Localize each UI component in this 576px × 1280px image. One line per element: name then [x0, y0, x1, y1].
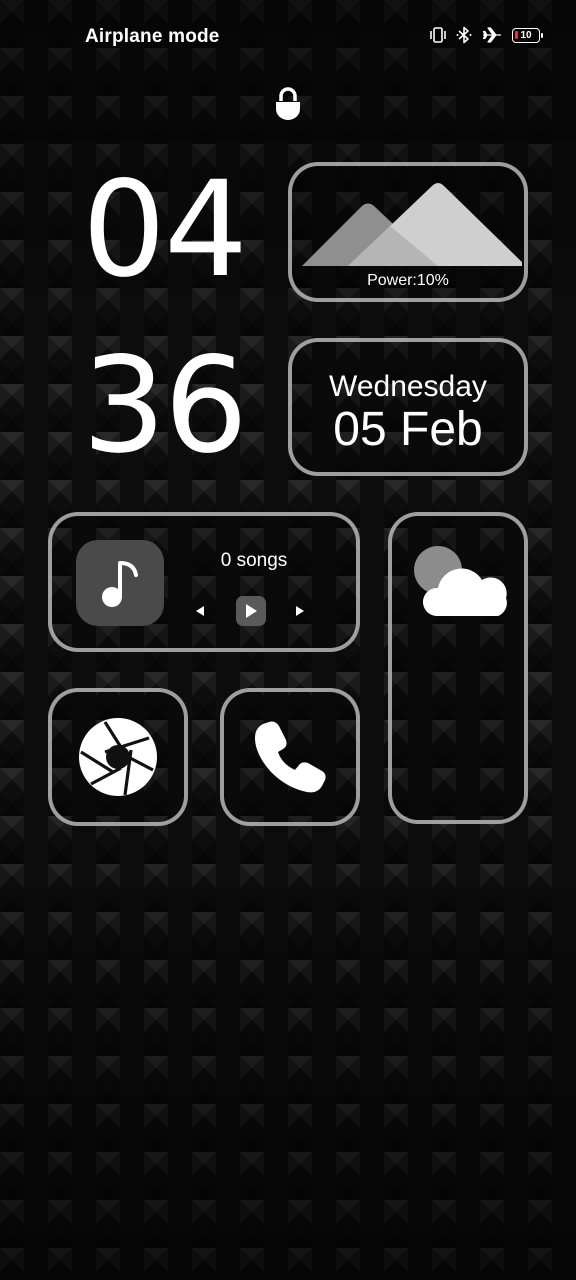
play-button[interactable]: [236, 596, 266, 626]
previous-button[interactable]: [192, 596, 208, 626]
phone-widget[interactable]: [220, 688, 360, 826]
music-art[interactable]: [76, 540, 164, 626]
music-widget[interactable]: 0 songs: [48, 512, 360, 652]
date-day: Wednesday: [329, 370, 487, 403]
date-widget[interactable]: Wednesday 05 Feb: [288, 338, 528, 476]
next-icon: [296, 606, 304, 616]
play-icon: [246, 604, 257, 618]
battery-fill: [515, 30, 518, 39]
weather-widget[interactable]: [388, 512, 528, 824]
music-controls: [192, 596, 316, 626]
next-button[interactable]: [292, 596, 308, 626]
clock-hour: 04: [82, 153, 248, 307]
partly-cloudy-icon: [414, 546, 507, 616]
clock-minute: 36: [82, 329, 248, 483]
date-date: 05 Feb: [333, 403, 483, 456]
bluetooth-icon: [456, 26, 472, 44]
vibrate-icon: [430, 27, 446, 43]
battery-level: 10: [520, 29, 532, 41]
status-bar: Airplane mode 10: [0, 0, 576, 72]
lock-icon[interactable]: [274, 86, 302, 122]
camera-shutter-icon: [79, 718, 157, 796]
phone-icon: [255, 721, 326, 793]
power-label: Power:10%: [367, 272, 449, 289]
power-widget[interactable]: Power:10%: [288, 162, 528, 302]
battery-icon: 10: [512, 27, 543, 43]
song-count: 0 songs: [220, 550, 288, 571]
airplane-icon: [482, 27, 501, 43]
camera-widget[interactable]: [48, 688, 188, 826]
mountains-icon: [302, 183, 522, 266]
previous-icon: [196, 606, 204, 616]
airplane-mode-label: Airplane mode: [85, 26, 220, 47]
music-note-icon: [102, 561, 138, 607]
status-icons: 10: [430, 26, 543, 44]
